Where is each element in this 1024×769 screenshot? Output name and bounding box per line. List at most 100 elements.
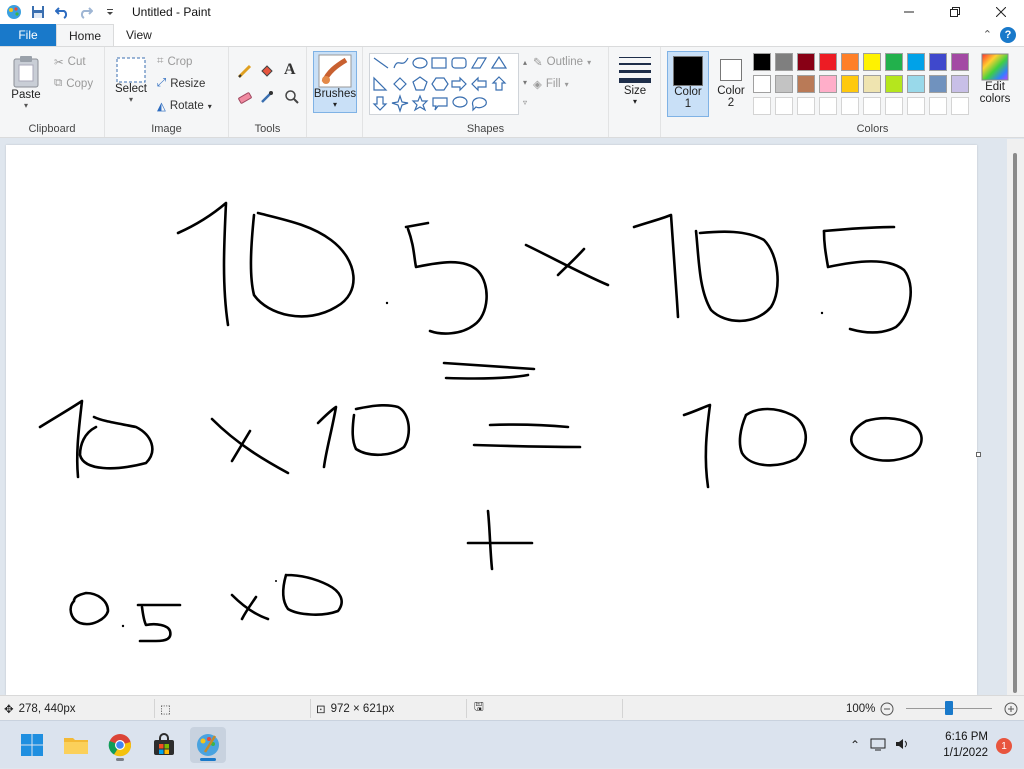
vertical-scrollbar-thumb[interactable]	[1013, 153, 1017, 693]
shapes-gallery[interactable]	[369, 53, 519, 115]
select-button[interactable]: Select ▾	[113, 57, 149, 104]
taskbar-store[interactable]	[146, 727, 182, 763]
shapes-expand-icon[interactable]: ▿	[520, 93, 530, 113]
canvas-resize-handle-right[interactable]	[976, 452, 981, 457]
palette-swatch[interactable]	[863, 97, 881, 115]
tab-file[interactable]: File	[0, 24, 56, 46]
copy-button[interactable]: ⧉ Copy	[54, 77, 93, 90]
size-button[interactable]: Size ▾	[617, 55, 653, 106]
color-picker-tool[interactable]	[259, 89, 275, 105]
notification-badge[interactable]: 1	[996, 738, 1012, 754]
outline-button[interactable]: ✎ Outline ▾	[533, 55, 591, 69]
palette-swatch[interactable]	[885, 75, 903, 93]
group-tools: A Tools	[229, 47, 307, 137]
shapes-scroll[interactable]: ▴ ▾ ▿	[520, 53, 530, 115]
file-size: 🖫	[474, 696, 484, 721]
palette-swatch[interactable]	[951, 97, 969, 115]
cut-button[interactable]: ✂ Cut	[54, 55, 86, 69]
palette-swatch[interactable]	[797, 53, 815, 71]
redo-icon[interactable]	[76, 2, 96, 22]
palette-swatch[interactable]	[775, 97, 793, 115]
palette-swatch[interactable]	[929, 53, 947, 71]
network-icon[interactable]	[866, 737, 890, 754]
brushes-label: Brushes	[313, 88, 357, 100]
palette-swatch[interactable]	[753, 53, 771, 71]
tab-home[interactable]: Home	[56, 24, 115, 46]
undo-icon[interactable]	[52, 2, 72, 22]
brushes-button[interactable]: Brushes ▾	[313, 51, 357, 113]
paste-button[interactable]: Paste ▾	[6, 53, 46, 110]
shapes-scroll-up-icon[interactable]: ▴	[520, 53, 530, 73]
rotate-button[interactable]: ◭ Rotate ▾	[157, 99, 212, 113]
resize-button[interactable]: ⤢ Resize	[157, 77, 205, 90]
palette-swatch[interactable]	[841, 97, 859, 115]
shapes-scroll-down-icon[interactable]: ▾	[520, 73, 530, 93]
rotate-dropdown-icon: ▾	[207, 101, 212, 111]
palette-swatch[interactable]	[863, 75, 881, 93]
palette-swatch[interactable]	[841, 75, 859, 93]
crop-button[interactable]: ⌗ Crop	[157, 55, 192, 68]
palette-swatch[interactable]	[753, 75, 771, 93]
taskbar-file-explorer[interactable]	[58, 727, 94, 763]
save-icon[interactable]	[28, 2, 48, 22]
zoom-in-button[interactable]	[1004, 696, 1018, 721]
palette-swatch[interactable]	[775, 75, 793, 93]
palette-swatch[interactable]	[819, 97, 837, 115]
drawing-canvas[interactable]	[6, 145, 977, 695]
group-size: Size ▾	[609, 47, 661, 137]
fill-tool[interactable]	[259, 63, 275, 79]
zoom-slider-thumb[interactable]	[945, 701, 953, 715]
scissors-icon: ✂	[54, 57, 64, 69]
group-colors: Color 1 Color 2 Edit colors Colors	[661, 47, 1024, 137]
palette-swatch[interactable]	[775, 53, 793, 71]
paint-app-icon[interactable]	[4, 2, 24, 22]
customize-toolbar-icon[interactable]	[100, 2, 120, 22]
palette-swatch[interactable]	[863, 53, 881, 71]
palette-swatch[interactable]	[753, 97, 771, 115]
close-button[interactable]	[978, 0, 1024, 24]
fill-button[interactable]: ◈ Fill ▾	[533, 77, 569, 91]
palette-swatch[interactable]	[797, 75, 815, 93]
status-bar: ✥ 278, 440px ⬚ ⊡ 972 × 621px 🖫 100%	[0, 695, 1024, 720]
color2-button[interactable]: Color 2	[713, 51, 749, 117]
help-icon[interactable]: ?	[1000, 27, 1016, 43]
size-label: Size	[623, 85, 647, 97]
edit-colors-button[interactable]: Edit colors	[975, 53, 1015, 105]
fill-shape-icon: ◈	[533, 79, 542, 91]
minimize-button[interactable]	[886, 0, 932, 24]
palette-swatch[interactable]	[797, 97, 815, 115]
palette-swatch[interactable]	[951, 53, 969, 71]
eraser-tool[interactable]	[237, 89, 253, 105]
palette-swatch[interactable]	[819, 53, 837, 71]
palette-swatch[interactable]	[885, 97, 903, 115]
volume-icon[interactable]	[890, 737, 914, 754]
color1-button[interactable]: Color 1	[667, 51, 709, 117]
collapse-ribbon-icon[interactable]: ⌃	[983, 28, 992, 41]
palette-swatch[interactable]	[929, 97, 947, 115]
line-size-icon	[619, 57, 651, 83]
maximize-button[interactable]	[932, 0, 978, 24]
taskbar-clock[interactable]: 6:16 PM 1/1/2022	[943, 729, 988, 761]
show-hidden-icons-icon[interactable]: ⌃	[844, 738, 866, 752]
eyedropper-icon	[261, 91, 273, 103]
taskbar-paint[interactable]	[190, 727, 226, 763]
palette-swatch[interactable]	[819, 75, 837, 93]
text-tool[interactable]: A	[284, 61, 296, 79]
color2-number: 2	[727, 97, 735, 109]
palette-swatch[interactable]	[907, 53, 925, 71]
palette-swatch[interactable]	[841, 53, 859, 71]
palette-swatch[interactable]	[929, 75, 947, 93]
outline-icon: ✎	[533, 57, 543, 69]
zoom-out-button[interactable]	[880, 696, 894, 721]
tab-view[interactable]: View	[114, 24, 164, 46]
start-button[interactable]	[14, 727, 50, 763]
palette-swatch[interactable]	[907, 75, 925, 93]
palette-swatch[interactable]	[951, 75, 969, 93]
palette-swatch[interactable]	[885, 53, 903, 71]
pencil-tool[interactable]	[237, 63, 253, 79]
crop-label: Crop	[167, 55, 193, 68]
vertical-scrollbar[interactable]	[1007, 139, 1024, 695]
magnifier-tool[interactable]	[284, 89, 300, 105]
taskbar-chrome[interactable]	[102, 727, 138, 763]
palette-swatch[interactable]	[907, 97, 925, 115]
